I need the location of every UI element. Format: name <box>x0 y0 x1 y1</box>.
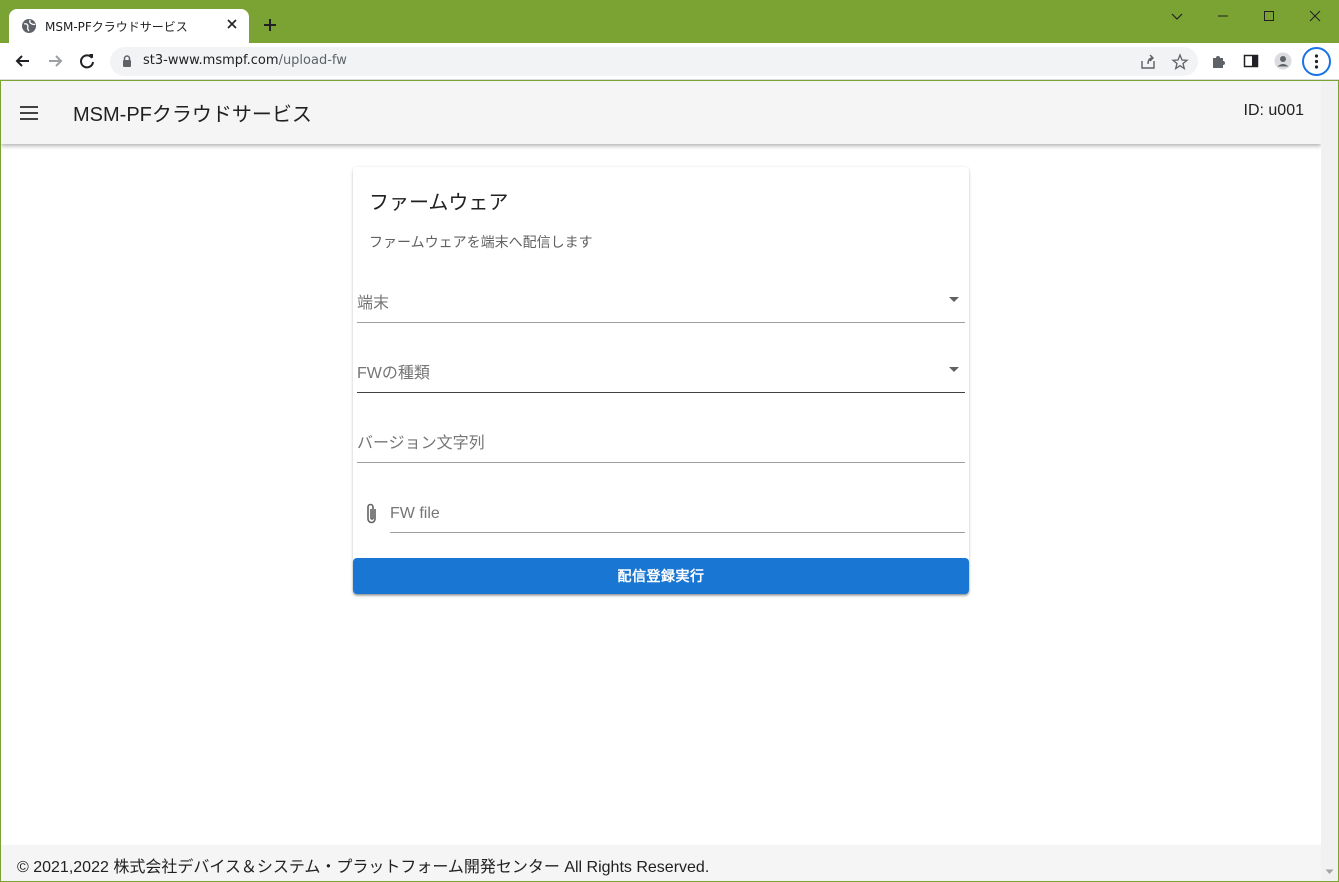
card-title: ファームウェア <box>369 192 509 214</box>
share-icon[interactable] <box>1139 53 1157 71</box>
vertical-scrollbar[interactable] <box>1321 81 1338 881</box>
url-text[interactable]: st3-www.msmpf.com/upload-fw <box>143 53 347 68</box>
reload-icon[interactable] <box>77 51 97 71</box>
user-id: ID: u001 <box>1243 102 1304 119</box>
browser-toolbar: st3-www.msmpf.com/upload-fw <box>0 43 1339 80</box>
scroll-down-arrow-icon[interactable] <box>1325 867 1334 876</box>
footer: © 2021,2022 株式会社デバイス＆システム・プラットフォーム開発センター… <box>1 845 1321 881</box>
fw-file-field: FW file <box>357 493 965 533</box>
card-subtitle: ファームウェアを端末へ配信します <box>369 234 593 250</box>
back-icon[interactable] <box>13 51 33 71</box>
maximize-icon[interactable] <box>1261 8 1277 24</box>
version-input-label: バージョン文字列 <box>357 435 485 452</box>
fw-type-select-label: FWの種類 <box>357 365 430 382</box>
plus-icon[interactable] <box>262 17 278 33</box>
profile-icon[interactable] <box>1274 52 1292 70</box>
url-path: /upload-fw <box>278 53 347 68</box>
app-header: MSM-PFクラウドサービス ID: u001 <box>1 81 1321 144</box>
page-viewport: MSM-PFクラウドサービス ID: u001 ファームウェア ファームウェアを… <box>1 81 1338 881</box>
star-icon[interactable] <box>1171 53 1189 71</box>
field-underline <box>357 462 965 463</box>
field-underline <box>390 532 965 533</box>
version-input[interactable]: バージョン文字列 <box>357 423 965 463</box>
window-close-icon[interactable] <box>1307 8 1323 24</box>
extensions-icon[interactable] <box>1210 52 1228 70</box>
field-underline <box>357 392 965 393</box>
fw-type-select[interactable]: FWの種類 <box>357 353 965 393</box>
app-title: MSM-PFクラウドサービス <box>73 104 312 126</box>
close-icon[interactable] <box>225 17 239 31</box>
dropdown-arrow-icon[interactable] <box>949 297 959 302</box>
copyright-text: © 2021,2022 株式会社デバイス＆システム・プラットフォーム開発センター… <box>17 859 710 876</box>
submit-distribution-button[interactable]: 配信登録実行 <box>353 558 969 594</box>
browser-tab[interactable]: MSM-PFクラウドサービス <box>9 9 249 43</box>
globe-icon <box>22 19 36 33</box>
paperclip-icon[interactable] <box>363 502 381 526</box>
forward-icon[interactable] <box>45 51 65 71</box>
fw-file-input[interactable]: FW file <box>390 493 965 533</box>
browser-titlebar: MSM-PFクラウドサービス <box>0 0 1339 43</box>
device-select-label: 端末 <box>357 295 390 312</box>
device-select[interactable]: 端末 <box>357 283 965 323</box>
chevron-down-icon[interactable] <box>1169 8 1185 24</box>
field-underline <box>357 322 965 323</box>
address-bar[interactable]: st3-www.msmpf.com/upload-fw <box>110 47 1198 76</box>
menu-icon[interactable] <box>19 103 39 123</box>
firmware-card: ファームウェア ファームウェアを端末へ配信します 端末 FWの種類 バージョン文… <box>353 167 969 594</box>
side-panel-icon[interactable] <box>1242 52 1260 70</box>
fw-file-label: FW file <box>390 505 440 522</box>
lock-icon[interactable] <box>120 54 134 68</box>
minimize-icon[interactable] <box>1215 8 1231 24</box>
url-host: st3-www.msmpf.com <box>143 53 279 68</box>
tab-title: MSM-PFクラウドサービス <box>45 20 188 34</box>
more-vert-glyph <box>1314 54 1319 69</box>
more-vert-icon[interactable] <box>1302 47 1331 76</box>
dropdown-arrow-icon[interactable] <box>949 367 959 372</box>
